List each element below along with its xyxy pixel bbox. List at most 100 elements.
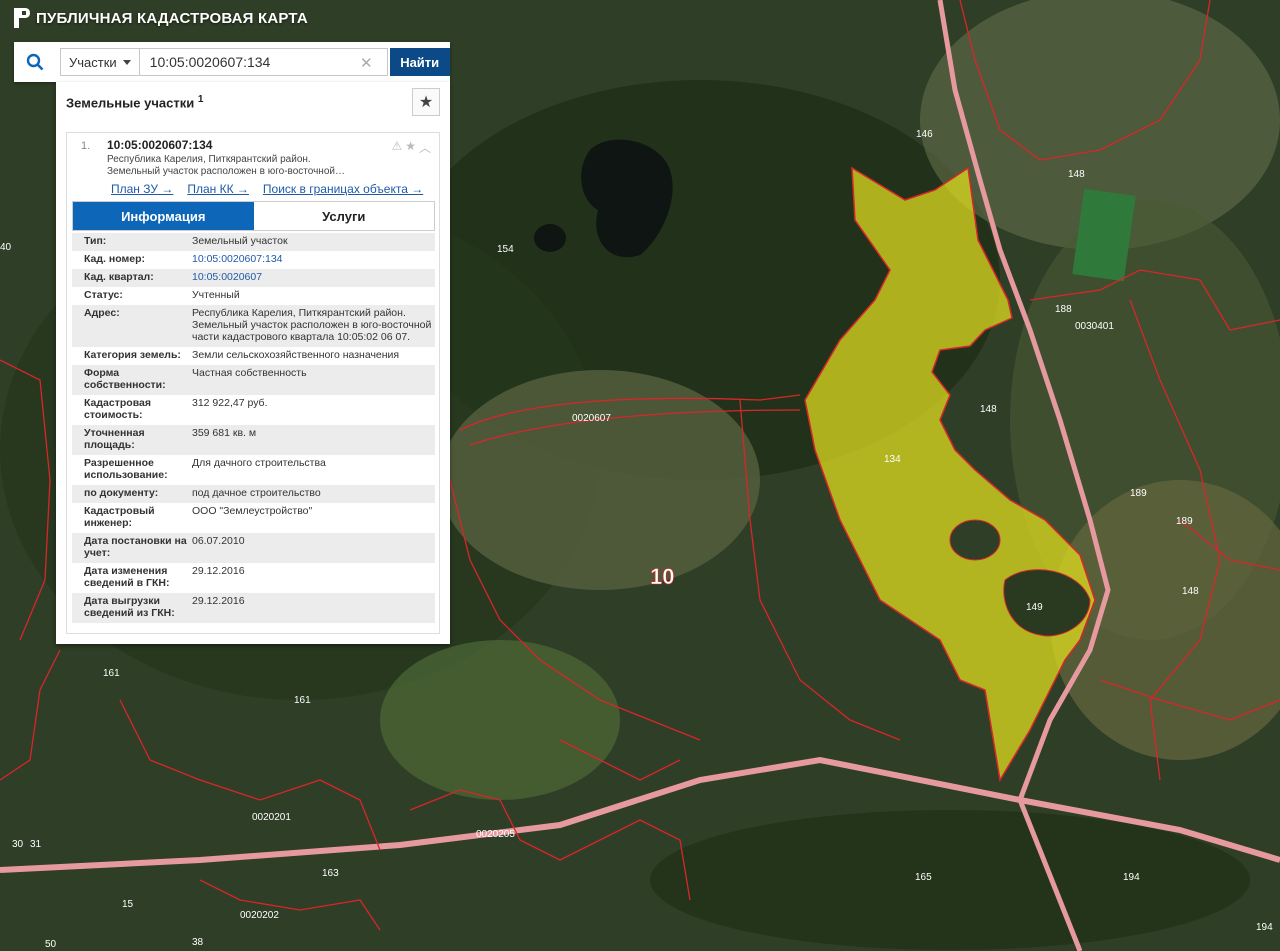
info-row: Кадастровый инженер: ООО "Землеустройство… [72, 503, 435, 533]
search-in-bounds-link[interactable]: Поиск в границах объекта → [263, 182, 423, 196]
search-type-label: Участки [69, 54, 117, 70]
warning-icon[interactable]: ⚠ [391, 139, 402, 156]
parcel-label: 30 [12, 839, 24, 850]
info-value: 359 681 кв. м [192, 427, 257, 439]
info-row: Дата изменения сведений в ГКН: 29.12.2016 [72, 563, 435, 593]
parcel-label: 146 [916, 129, 933, 140]
quarter-label: 0020201 [252, 812, 291, 823]
info-row: Уточненная площадь: 359 681 кв. м [72, 425, 435, 455]
info-value: 312 922,47 руб. [192, 397, 268, 409]
result-address: Республика Карелия, Питкярантский район.… [107, 154, 387, 178]
info-row: Дата выгрузки сведений из ГКН: 29.12.2016 [72, 593, 435, 623]
search-input[interactable] [139, 48, 388, 76]
chevron-up-icon[interactable]: ︿ [419, 139, 431, 156]
info-value: 29.12.2016 [192, 565, 245, 577]
find-button[interactable]: Найти [389, 48, 450, 76]
info-row: Разрешенное использование: Для дачного ст… [72, 455, 435, 485]
quarter-label: 0020205 [476, 829, 515, 840]
app-title: ПУБЛИЧНАЯ КАДАСТРОВАЯ КАРТА [36, 9, 308, 27]
rosreestr-logo-icon [14, 8, 30, 28]
result-actions: ⚠ ★ ︿ [391, 139, 431, 156]
chevron-down-icon [122, 59, 131, 65]
info-tabs: Информация Услуги [72, 201, 435, 231]
info-key: Кадастровая стоимость: [84, 397, 151, 421]
info-row: Форма собственности: Частная собственност… [72, 365, 435, 395]
info-key: Уточненная площадь: [84, 427, 145, 451]
info-row: Адрес: Республика Карелия, Питкярантский … [72, 305, 435, 347]
quarter-label: 0030401 [1075, 321, 1114, 332]
result-cad-number[interactable]: 10:05:0020607:134 [107, 138, 212, 152]
quarter-label: 0020202 [240, 910, 279, 921]
info-value: Учтенный [192, 289, 240, 301]
parcel-label: 163 [322, 868, 339, 879]
info-key: Дата выгрузки сведений из ГКН: [84, 595, 175, 619]
results-panel: Земельные участки 1 ★ 1. 10:05:0020607:1… [56, 82, 450, 644]
info-value: 29.12.2016 [192, 595, 245, 607]
parcel-label: 189 [1130, 488, 1147, 499]
info-key: Кад. квартал: [84, 271, 154, 283]
plan-zu-link[interactable]: План ЗУ → [111, 182, 173, 196]
info-key: Дата изменения сведений в ГКН: [84, 565, 170, 589]
parcel-label: 31 [30, 839, 42, 850]
clear-icon[interactable]: ✕ [360, 54, 373, 72]
quarter-label: 0020607 [572, 413, 611, 424]
parcel-label: 134 [884, 454, 901, 465]
info-key: Кад. номер: [84, 253, 146, 265]
parcel-label: 148 [1068, 169, 1085, 180]
info-row: Кадастровая стоимость: 312 922,47 руб. [72, 395, 435, 425]
info-key: Дата постановки на учет: [84, 535, 187, 559]
info-row: Кад. квартал: 10:05:0020607 [72, 269, 435, 287]
info-key: по документу: [84, 487, 159, 499]
info-key: Разрешенное использование: [84, 457, 168, 481]
search-icon[interactable] [14, 42, 56, 82]
result-index: 1. [81, 140, 91, 152]
info-table: Тип: Земельный участок Кад. номер: 10:05:00… [72, 233, 435, 623]
info-value[interactable]: 10:05:0020607:134 [190, 253, 432, 265]
parcel-label: 189 [1176, 516, 1193, 527]
parcel-label: 148 [1182, 586, 1199, 597]
info-row: Дата постановки на учет: 06.07.2010 [72, 533, 435, 563]
district-label: 10 [650, 564, 674, 589]
info-value: 06.07.2010 [192, 535, 245, 547]
result-address-line: Республика Карелия, Питкярантский район. [107, 154, 311, 165]
plan-kk-link[interactable]: План КК → [187, 182, 249, 196]
parcel-label: 148 [980, 404, 997, 415]
info-value: под дачное строительство [192, 487, 321, 499]
parcel-label: 38 [192, 937, 204, 948]
favorite-button[interactable]: ★ [412, 88, 440, 116]
parcel-label: 40 [0, 242, 12, 253]
info-row: Категория земель: Земли сельскохозяйствен… [72, 347, 435, 365]
search-type-select[interactable]: Участки [60, 48, 140, 76]
parcel-label: 50 [45, 939, 57, 950]
info-value: Республика Карелия, Питкярантский район.… [192, 307, 432, 343]
info-row: Тип: Земельный участок [72, 233, 435, 251]
parcel-label: 194 [1256, 922, 1273, 933]
info-value[interactable]: 10:05:0020607 [190, 271, 432, 283]
parcel-label: 149 [1026, 602, 1043, 613]
parcel-label: 161 [294, 695, 311, 706]
result-links: План ЗУ → План КК → Поиск в границах объ… [111, 182, 423, 196]
info-key: Кадастровый инженер: [84, 505, 155, 529]
tab-info[interactable]: Информация [73, 202, 254, 230]
parcel-label: 188 [1055, 304, 1072, 315]
results-count: 1 [197, 94, 204, 105]
search-bar: Участки ✕ Найти [14, 42, 450, 82]
parcel-label: 194 [1123, 872, 1140, 883]
info-key: Категория земель: [84, 349, 181, 361]
star-icon: ★ [418, 94, 434, 111]
tab-services[interactable]: Услуги [254, 202, 435, 230]
info-value: Для дачного строительства [192, 457, 326, 469]
parcel-label: 154 [497, 244, 514, 255]
info-row: по документу: под дачное строительство [72, 485, 435, 503]
info-value: ООО "Землеустройство" [192, 505, 313, 517]
info-key: Форма собственности: [84, 367, 166, 391]
star-icon[interactable]: ★ [405, 139, 416, 156]
parcel-label: 15 [122, 899, 134, 910]
info-key: Адрес: [84, 307, 120, 319]
info-row: Кад. номер: 10:05:0020607:134 [72, 251, 435, 269]
info-value: Земли сельскохозяйственного назначения [192, 349, 400, 361]
info-row: Статус: Учтенный [72, 287, 435, 305]
result-card: 1. 10:05:0020607:134 Республика Карелия,… [66, 132, 440, 634]
app-header: ПУБЛИЧНАЯ КАДАСТРОВАЯ КАРТА [14, 6, 308, 30]
info-key: Статус: [84, 289, 123, 301]
